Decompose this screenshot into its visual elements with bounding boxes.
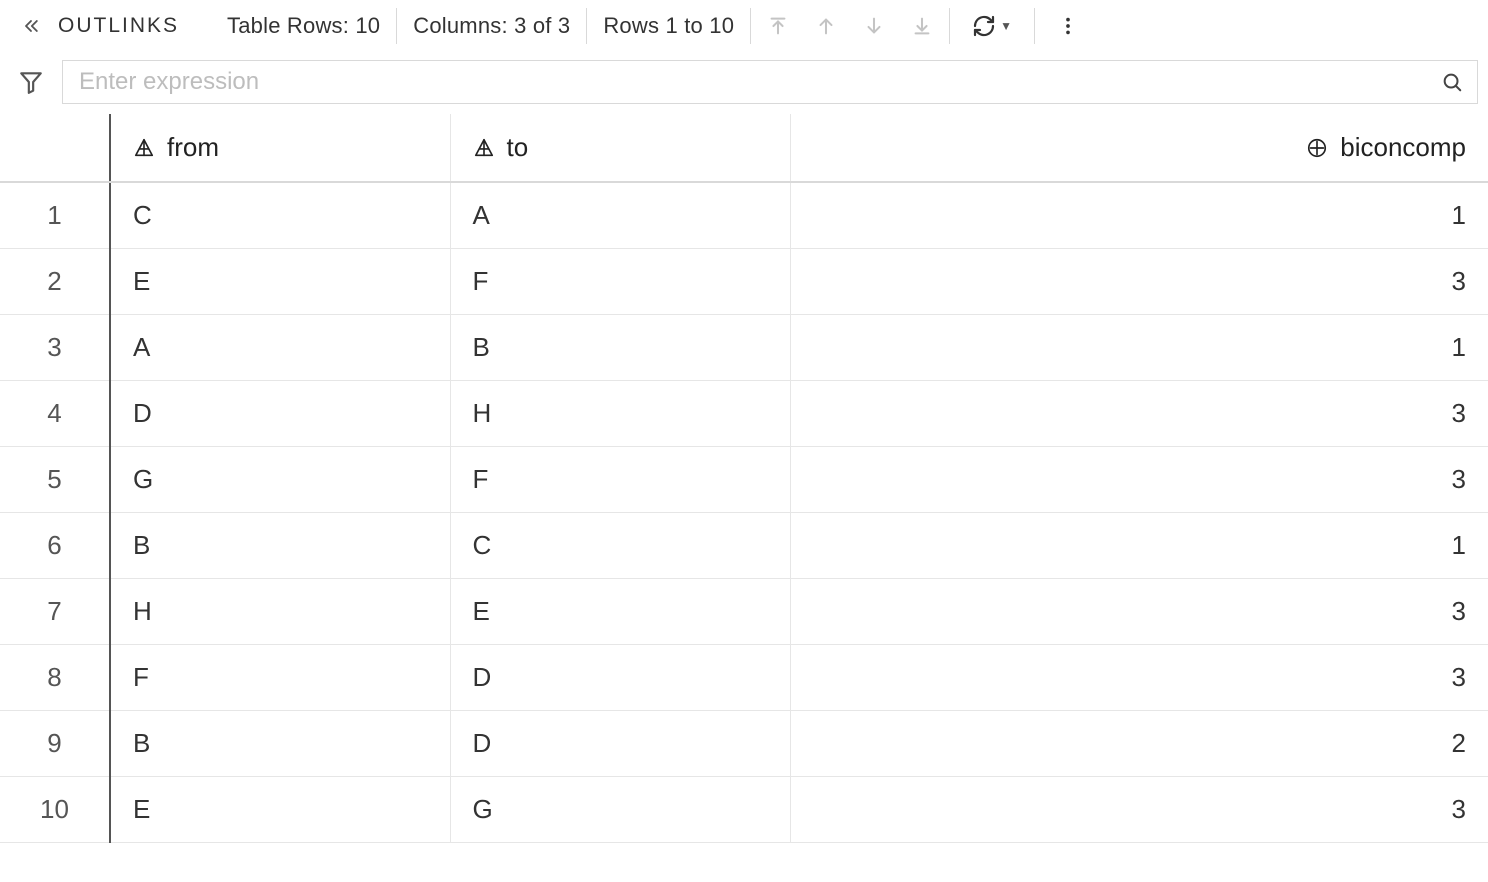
header-from[interactable]: from	[110, 114, 450, 182]
table-row[interactable]: 9BD2	[0, 710, 1488, 776]
cell-to[interactable]: H	[450, 380, 790, 446]
go-last-button[interactable]	[911, 15, 933, 37]
arrow-up-icon	[815, 15, 837, 37]
kebab-icon	[1057, 15, 1079, 37]
cell-from[interactable]: A	[110, 314, 450, 380]
cell-from[interactable]: E	[110, 248, 450, 314]
table-row[interactable]: 5GF3	[0, 446, 1488, 512]
separator	[750, 8, 751, 44]
refresh-icon	[972, 14, 996, 38]
cell-from[interactable]: B	[110, 710, 450, 776]
cell-from[interactable]: F	[110, 644, 450, 710]
funnel-icon	[18, 69, 44, 95]
row-number: 2	[0, 248, 110, 314]
refresh-button[interactable]: ▼	[966, 14, 1018, 38]
row-number: 8	[0, 644, 110, 710]
row-number: 6	[0, 512, 110, 578]
text-column-icon	[473, 137, 495, 159]
cell-from[interactable]: D	[110, 380, 450, 446]
cell-from[interactable]: G	[110, 446, 450, 512]
cell-biconcomp[interactable]: 1	[790, 314, 1488, 380]
header-biconcomp[interactable]: biconcomp	[790, 114, 1488, 182]
header-row: from to biconcomp	[0, 114, 1488, 182]
table-row[interactable]: 2EF3	[0, 248, 1488, 314]
cell-to[interactable]: D	[450, 710, 790, 776]
cell-biconcomp[interactable]: 1	[790, 182, 1488, 248]
separator	[949, 8, 950, 44]
cell-biconcomp[interactable]: 3	[790, 446, 1488, 512]
table-row[interactable]: 8FD3	[0, 644, 1488, 710]
row-number: 9	[0, 710, 110, 776]
arrow-down-icon	[863, 15, 885, 37]
cell-biconcomp[interactable]: 3	[790, 644, 1488, 710]
table-row[interactable]: 1CA1	[0, 182, 1488, 248]
cell-to[interactable]: E	[450, 578, 790, 644]
search-icon	[1441, 71, 1463, 93]
chevrons-left-icon	[21, 16, 41, 36]
cell-to[interactable]: B	[450, 314, 790, 380]
cell-from[interactable]: B	[110, 512, 450, 578]
cell-to[interactable]: C	[450, 512, 790, 578]
cell-to[interactable]: A	[450, 182, 790, 248]
table-row[interactable]: 7HE3	[0, 578, 1488, 644]
filter-button[interactable]	[14, 63, 48, 101]
table-row[interactable]: 10EG3	[0, 776, 1488, 842]
header-label: to	[507, 132, 529, 163]
header-rownum	[0, 114, 110, 182]
row-number: 10	[0, 776, 110, 842]
cell-to[interactable]: G	[450, 776, 790, 842]
cell-to[interactable]: F	[450, 248, 790, 314]
cell-biconcomp[interactable]: 3	[790, 578, 1488, 644]
go-first-button[interactable]	[767, 15, 789, 37]
cell-biconcomp[interactable]: 3	[790, 776, 1488, 842]
go-next-button[interactable]	[863, 15, 885, 37]
table-row[interactable]: 4DH3	[0, 380, 1488, 446]
header-label: biconcomp	[1340, 132, 1466, 163]
expression-input[interactable]	[77, 67, 1441, 97]
cell-biconcomp[interactable]: 3	[790, 248, 1488, 314]
cell-biconcomp[interactable]: 2	[790, 710, 1488, 776]
cell-from[interactable]: E	[110, 776, 450, 842]
separator	[396, 8, 397, 44]
row-number: 3	[0, 314, 110, 380]
caret-down-icon: ▼	[1000, 19, 1012, 33]
row-number: 1	[0, 182, 110, 248]
data-table: from to biconcomp 1CA12EF33AB14DH35GF36B…	[0, 114, 1488, 843]
cell-biconcomp[interactable]: 3	[790, 380, 1488, 446]
cell-from[interactable]: C	[110, 182, 450, 248]
row-number: 5	[0, 446, 110, 512]
cell-from[interactable]: H	[110, 578, 450, 644]
table-row[interactable]: 6BC1	[0, 512, 1488, 578]
arrow-down-bar-icon	[911, 15, 933, 37]
search-button[interactable]	[1441, 71, 1463, 93]
go-prev-button[interactable]	[815, 15, 837, 37]
text-column-icon	[133, 137, 155, 159]
separator	[1034, 8, 1035, 44]
more-menu-button[interactable]	[1051, 9, 1085, 43]
header-label: from	[167, 132, 219, 163]
header-to[interactable]: to	[450, 114, 790, 182]
arrow-up-bar-icon	[767, 15, 789, 37]
filter-row	[0, 52, 1488, 114]
cell-to[interactable]: F	[450, 446, 790, 512]
row-number: 4	[0, 380, 110, 446]
expression-box	[62, 60, 1478, 104]
table-name: OUTLINKS	[58, 14, 179, 38]
table-rows-label: Table Rows: 10	[227, 13, 380, 39]
table-row[interactable]: 3AB1	[0, 314, 1488, 380]
row-number: 7	[0, 578, 110, 644]
cell-to[interactable]: D	[450, 644, 790, 710]
cell-biconcomp[interactable]: 1	[790, 512, 1488, 578]
collapse-panel-button[interactable]	[18, 13, 44, 39]
separator	[586, 8, 587, 44]
columns-label: Columns: 3 of 3	[413, 13, 570, 39]
rows-range-label: Rows 1 to 10	[603, 13, 734, 39]
numeric-column-icon	[1306, 137, 1328, 159]
toolbar: OUTLINKS Table Rows: 10 Columns: 3 of 3 …	[0, 0, 1488, 52]
